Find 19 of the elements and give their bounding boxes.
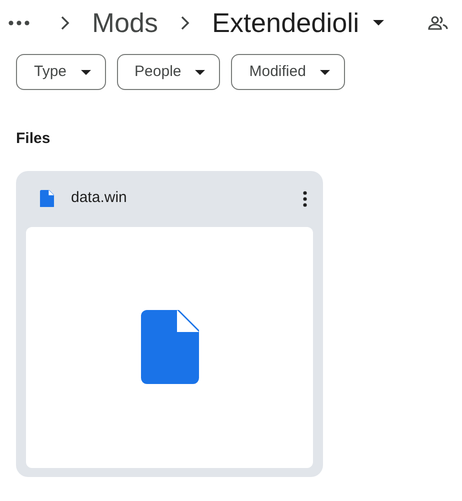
chevron-icon xyxy=(180,15,190,31)
section-title: Files xyxy=(15,129,52,149)
caret-icon xyxy=(80,70,91,74)
caret-icon xyxy=(320,70,330,74)
filter-chip[interactable]: Type xyxy=(16,54,106,90)
kebab-icon xyxy=(303,190,307,206)
more-icon[interactable] xyxy=(8,20,30,26)
breadcrumb-item[interactable]: Extendedioli xyxy=(212,10,360,36)
file-card[interactable]: data.win xyxy=(16,170,323,476)
people-icon[interactable] xyxy=(428,16,448,30)
caret-icon xyxy=(373,20,384,26)
filter-chip[interactable]: People xyxy=(116,54,220,90)
file-icon xyxy=(140,310,198,384)
chevron-icon xyxy=(60,15,70,31)
file-icon xyxy=(40,190,54,208)
file-name: data.win xyxy=(71,188,128,208)
filter-chip[interactable]: Modified xyxy=(231,54,345,90)
breadcrumb-item[interactable]: Mods xyxy=(92,10,158,36)
caret-icon xyxy=(195,70,206,74)
